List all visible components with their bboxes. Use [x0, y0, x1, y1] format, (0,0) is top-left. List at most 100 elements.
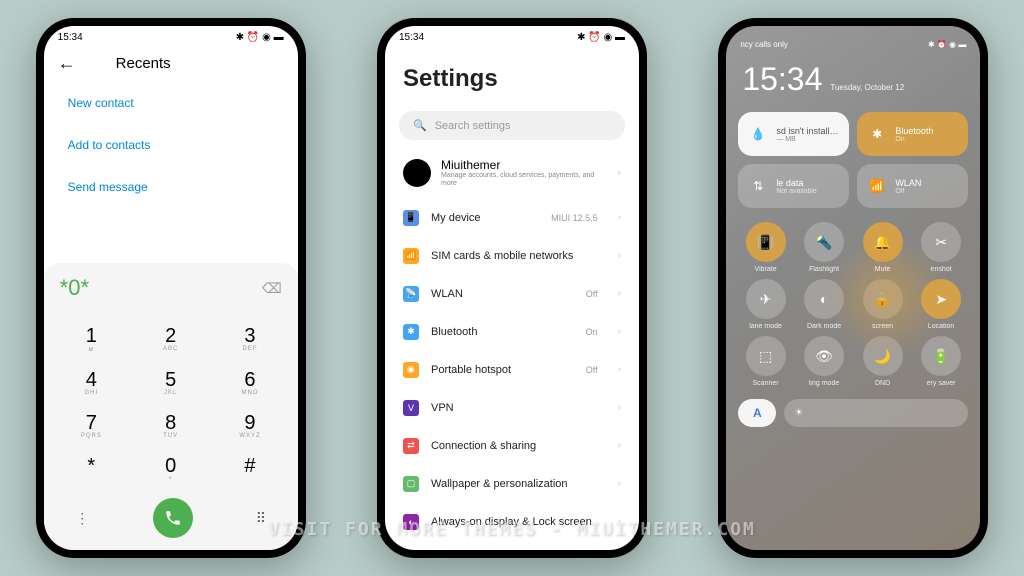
search-input[interactable]: 🔍 Search settings — [399, 111, 625, 140]
chevron-right-icon: › — [618, 402, 621, 413]
chevron-right-icon: › — [618, 250, 621, 261]
tile-title: Bluetooth — [895, 126, 933, 136]
cc-toggle[interactable]: ✂ enshot — [914, 222, 969, 273]
settings-item-label: SIM cards & mobile networks — [431, 250, 573, 262]
status-icons: ✱ ⏰ ◉ ▬ — [236, 32, 284, 43]
cc-tile[interactable]: ✱ Bluetooth On — [857, 112, 968, 156]
account-row[interactable]: Miuithemer Manage accounts, cloud servic… — [385, 148, 639, 199]
settings-item-label: My device — [431, 212, 481, 224]
settings-item-icon: 📡 — [403, 286, 419, 302]
auto-brightness-button[interactable]: A — [738, 399, 776, 427]
settings-item[interactable]: 📡 WLAN Off › — [385, 275, 639, 313]
tile-title: sd isn't install… — [776, 126, 838, 136]
toggle-icon: ➤ — [921, 279, 961, 319]
tile-title: le data — [776, 178, 816, 188]
settings-item[interactable]: ✱ Bluetooth On › — [385, 313, 639, 351]
toggle-label: Mute — [875, 266, 891, 273]
account-text: Miuithemer Manage accounts, cloud servic… — [441, 158, 607, 189]
cc-toggle[interactable]: 🔔 Mute — [855, 222, 910, 273]
keypad-key-1[interactable]: 1ຜ — [52, 317, 131, 361]
keypad-key-2[interactable]: 2ABC — [131, 317, 210, 361]
settings-item-icon: ▢ — [403, 476, 419, 492]
add-to-contacts-link[interactable]: Add to contacts — [68, 124, 274, 166]
send-message-link[interactable]: Send message — [68, 166, 274, 208]
cc-toggle[interactable]: 🔒 screen — [855, 279, 910, 330]
tile-icon: 📶 — [867, 176, 887, 196]
keypad-key-3[interactable]: 3DEF — [210, 317, 289, 361]
chevron-right-icon: › — [618, 478, 621, 489]
toggle-label: ling mode — [809, 380, 839, 387]
settings-item-icon: ✱ — [403, 324, 419, 340]
new-contact-link[interactable]: New contact — [68, 82, 274, 124]
chevron-right-icon: › — [618, 326, 621, 337]
settings-item-icon: ⇄ — [403, 438, 419, 454]
settings-item[interactable]: 📶 SIM cards & mobile networks › — [385, 237, 639, 275]
cc-toggle[interactable]: 👁 ling mode — [797, 336, 852, 387]
cc-tile[interactable]: 📶 WLAN Off — [857, 164, 968, 208]
toggle-icon: 👁 — [804, 336, 844, 376]
menu-icon[interactable]: ⋮ — [75, 510, 89, 527]
toggle-icon: 🔒 — [863, 279, 903, 319]
toggle-label: screen — [872, 323, 893, 330]
keypad: 1ຜ2ABC3DEF 4GHI5JKL6MNO 7PQRS8TUV9WXYZ *0+# — [44, 313, 298, 490]
settings-item[interactable]: ⇄ Connection & sharing › — [385, 427, 639, 465]
toggle-icon: 🌙 — [863, 336, 903, 376]
settings-title: Settings — [403, 65, 621, 93]
cc-toggle[interactable]: ➤ Location — [914, 279, 969, 330]
toggle-label: ery saver — [927, 380, 956, 387]
cc-toggle[interactable]: ⬚ Scanner — [738, 336, 793, 387]
dialer-header: ← Recents — [44, 45, 298, 82]
tile-sub: Not available — [776, 188, 816, 195]
phone-frame-dialer: 15:34 ✱ ⏰ ◉ ▬ ← Recents New contact Add … — [36, 18, 306, 558]
cc-toggle[interactable]: ◐ Dark mode — [797, 279, 852, 330]
settings-item-icon: ◐ — [403, 514, 419, 530]
dialed-number: *0* — [60, 275, 89, 301]
settings-item[interactable]: ◉ Portable hotspot Off › — [385, 351, 639, 389]
toggle-label: DND — [875, 380, 890, 387]
keypad-key-*[interactable]: * — [52, 447, 131, 490]
toggle-icon: 🔋 — [921, 336, 961, 376]
cc-toggle[interactable]: 🔋 ery saver — [914, 336, 969, 387]
toggle-label: enshot — [931, 266, 952, 273]
settings-item-value: MIUI 12.5.5 — [551, 213, 598, 223]
dialer-bottom-bar: ⋮ ⠿ — [44, 490, 298, 550]
keypad-key-9[interactable]: 9WXYZ — [210, 404, 289, 447]
cc-toggle[interactable]: ✈ lane mode — [738, 279, 793, 330]
cc-tile[interactable]: 💧 sd isn't install… — MB — [738, 112, 849, 156]
backspace-icon[interactable]: ⌫ — [262, 280, 282, 297]
dialpad-toggle-icon[interactable]: ⠿ — [256, 510, 266, 527]
keypad-key-8[interactable]: 8TUV — [131, 404, 210, 447]
toggle-icon: 🔔 — [863, 222, 903, 262]
keypad-key-0[interactable]: 0+ — [131, 447, 210, 490]
cc-toggle[interactable]: 🌙 DND — [855, 336, 910, 387]
cc-toggle[interactable]: 🔦 Flashlight — [797, 222, 852, 273]
tile-title: WLAN — [895, 178, 921, 188]
keypad-key-4[interactable]: 4GHI — [52, 361, 131, 404]
keypad-key-#[interactable]: # — [210, 447, 289, 490]
chevron-right-icon: › — [618, 212, 621, 223]
tile-icon: ✱ — [867, 124, 887, 144]
settings-item-icon: 📱 — [403, 210, 419, 226]
brightness-slider[interactable] — [784, 399, 968, 427]
settings-item[interactable]: 📱 My device MIUI 12.5.5 › — [385, 199, 639, 237]
settings-list: 📱 My device MIUI 12.5.5 › 📶 SIM cards & … — [385, 199, 639, 550]
keypad-key-5[interactable]: 5JKL — [131, 361, 210, 404]
settings-item-label: Portable hotspot — [431, 364, 511, 376]
toggle-icon: ⬚ — [746, 336, 786, 376]
toggle-icon: ◐ — [804, 279, 844, 319]
settings-item[interactable]: V VPN › — [385, 389, 639, 427]
cc-toggle[interactable]: 📳 Vibrate — [738, 222, 793, 273]
settings-item[interactable]: ▢ Wallpaper & personalization › — [385, 465, 639, 503]
settings-item-value: Off — [586, 289, 598, 299]
keypad-key-7[interactable]: 7PQRS — [52, 404, 131, 447]
cc-tile[interactable]: ⇅ le data Not available — [738, 164, 849, 208]
call-button[interactable] — [153, 498, 193, 538]
tile-sub: — MB — [776, 136, 838, 143]
cc-brightness-row: A — [738, 399, 968, 427]
toggle-icon: 📳 — [746, 222, 786, 262]
back-icon[interactable]: ← — [58, 53, 76, 74]
keypad-key-6[interactable]: 6MNO — [210, 361, 289, 404]
carrier-label: ncy calls only — [740, 40, 788, 49]
settings-item[interactable]: ◐ Always-on display & Lock screen › — [385, 503, 639, 541]
toggle-icon: ✈ — [746, 279, 786, 319]
